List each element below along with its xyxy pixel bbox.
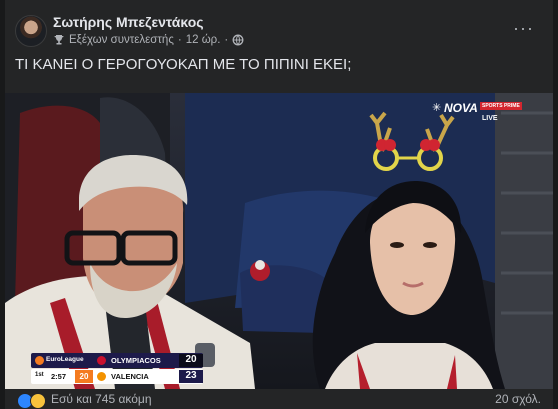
author-name[interactable]: Σωτήρης Μπεζεντάκος	[53, 14, 204, 30]
meta-separator: ·	[224, 34, 229, 46]
channel-logo: ✳ NOVA SPORTS PRIME LIVE	[432, 101, 544, 131]
live-label: LIVE	[482, 115, 498, 122]
post-time[interactable]: 12 ώρ.	[186, 34, 221, 46]
scoreboard-top-row: EuroLeague OLYMPIACOS 20	[31, 353, 203, 368]
post-photo[interactable]: ✳ NOVA SPORTS PRIME LIVE EuroLeague OLYM…	[5, 93, 553, 389]
euroleague-logo-icon	[35, 356, 44, 365]
away-score: 23	[179, 370, 203, 383]
author-avatar[interactable]	[15, 15, 47, 47]
trophy-icon	[54, 35, 64, 45]
author-badge[interactable]: Εξέχων συντελεστής	[69, 34, 174, 46]
post-meta: Εξέχων συντελεστής · 12 ώρ. ·	[53, 33, 244, 47]
away-team-name: VALENCIA	[111, 372, 149, 381]
post-footer: Εσύ και 745 ακόμη 20 σχόλ.	[5, 389, 553, 409]
star-icon: ✳	[432, 102, 442, 114]
home-team-logo-icon	[97, 356, 106, 365]
scoreboard: EuroLeague OLYMPIACOS 20 1st 2:57 20 VAL…	[31, 353, 203, 385]
home-team-name: OLYMPIACOS	[111, 356, 161, 365]
home-score: 20	[179, 354, 203, 367]
shot-clock: 20	[75, 370, 93, 383]
league-name: EuroLeague	[46, 356, 84, 363]
post-text: ΤΙ ΚΑΝΕΙ Ο ΓΕΡΟΓΟΥΟΚΑΠ ΜΕ ΤΟ ΠΙΠΙΝΙ ΕΚΕΙ…	[15, 56, 352, 73]
channel-name: NOVA	[444, 101, 478, 115]
away-team-logo-icon	[97, 372, 106, 381]
comments-count[interactable]: 20 σχόλ.	[495, 392, 541, 406]
game-quarter: 1st	[35, 372, 44, 378]
haha-reaction-icon	[30, 393, 46, 409]
reaction-icons[interactable]	[17, 393, 46, 409]
meta-separator: ·	[177, 34, 182, 46]
more-icon[interactable]: ···	[513, 18, 534, 39]
globe-icon	[232, 34, 244, 46]
channel-subtitle: SPORTS PRIME	[480, 102, 522, 110]
scoreboard-bottom-row: 1st 2:57 20 VALENCIA 23	[31, 369, 203, 384]
game-clock: 2:57	[51, 372, 67, 381]
photo-scene	[5, 93, 553, 389]
post-card: Σωτήρης Μπεζεντάκος Εξέχων συντελεστής ·…	[5, 0, 553, 409]
reactions-count[interactable]: Εσύ και 745 ακόμη	[51, 392, 152, 406]
post-header: Σωτήρης Μπεζεντάκος Εξέχων συντελεστής ·…	[5, 0, 553, 50]
